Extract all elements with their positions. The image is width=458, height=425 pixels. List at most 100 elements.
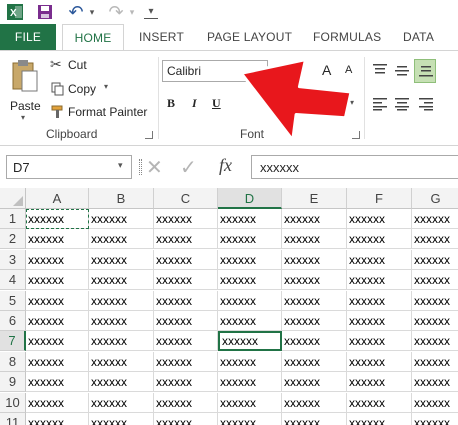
cell-e9[interactable]: xxxxxx bbox=[282, 372, 347, 393]
cell-d9[interactable]: xxxxxx bbox=[218, 372, 282, 393]
cell-b11[interactable]: xxxxxx bbox=[89, 413, 154, 425]
cell-d6[interactable]: xxxxxx bbox=[218, 311, 282, 331]
row-header-3[interactable]: 3 bbox=[0, 249, 26, 270]
customize-qat-button[interactable]: ▾ bbox=[144, 5, 158, 19]
cell-b10[interactable]: xxxxxx bbox=[89, 392, 154, 413]
paste-dropdown-icon[interactable]: ▾ bbox=[21, 113, 25, 122]
paste-button[interactable]: Paste ▾ bbox=[6, 57, 44, 122]
font-color-dropdown-icon[interactable]: ▾ bbox=[350, 98, 354, 107]
cell-e7[interactable]: xxxxxx bbox=[282, 331, 347, 352]
cell-e1[interactable]: xxxxxx bbox=[282, 209, 347, 229]
row-header-8[interactable]: 8 bbox=[0, 351, 26, 372]
cell-g1[interactable]: xxxxxx bbox=[412, 209, 458, 229]
cell-e10[interactable]: xxxxxx bbox=[282, 392, 347, 413]
cell-a8[interactable]: xxxxxx bbox=[26, 351, 89, 372]
row-header-6[interactable]: 6 bbox=[0, 311, 26, 331]
column-header-e[interactable]: E bbox=[282, 188, 347, 209]
row-header-2[interactable]: 2 bbox=[0, 229, 26, 250]
cell-e3[interactable]: xxxxxx bbox=[282, 249, 347, 270]
redo-dropdown-icon[interactable]: ▾ bbox=[127, 1, 137, 23]
font-dialog-launcher-icon[interactable] bbox=[352, 131, 360, 139]
middle-align-icon[interactable] bbox=[394, 63, 412, 79]
cell-c10[interactable]: xxxxxx bbox=[154, 392, 218, 413]
cell-f1[interactable]: xxxxxx bbox=[347, 209, 412, 229]
fill-color-button[interactable] bbox=[298, 93, 320, 115]
cell-b2[interactable]: xxxxxx bbox=[89, 229, 154, 250]
cell-b6[interactable]: xxxxxx bbox=[89, 311, 154, 331]
cell-a2[interactable]: xxxxxx bbox=[26, 229, 89, 250]
cell-f11[interactable]: xxxxxx bbox=[347, 413, 412, 425]
cell-c7[interactable]: xxxxxx bbox=[154, 331, 218, 352]
font-name-select[interactable]: Calibri bbox=[162, 60, 268, 82]
row-header-9[interactable]: 9 bbox=[0, 372, 26, 393]
cell-d1[interactable]: xxxxxx bbox=[218, 209, 282, 229]
row-header-10[interactable]: 10 bbox=[0, 392, 26, 413]
cell-c6[interactable]: xxxxxx bbox=[154, 311, 218, 331]
row-header-11[interactable]: 11 bbox=[0, 413, 26, 425]
cell-c11[interactable]: xxxxxx bbox=[154, 413, 218, 425]
enter-icon[interactable]: ✓ bbox=[180, 155, 197, 180]
cell-b3[interactable]: xxxxxx bbox=[89, 249, 154, 270]
cell-c9[interactable]: xxxxxx bbox=[154, 372, 218, 393]
cell-g3[interactable]: xxxxxx bbox=[412, 250, 458, 270]
column-header-c[interactable]: C bbox=[154, 188, 218, 209]
copy-button[interactable]: Copy ▾ bbox=[50, 80, 120, 98]
cell-g7[interactable]: xxxxxx bbox=[412, 331, 458, 352]
cell-d11[interactable]: xxxxxx bbox=[218, 413, 282, 425]
column-header-f[interactable]: F bbox=[347, 188, 412, 209]
select-all-corner[interactable] bbox=[0, 188, 26, 209]
cell-c8[interactable]: xxxxxx bbox=[154, 351, 218, 372]
cancel-icon[interactable]: ✕ bbox=[146, 155, 163, 180]
cell-f8[interactable]: xxxxxx bbox=[347, 351, 412, 372]
cell-a10[interactable]: xxxxxx bbox=[26, 392, 89, 413]
cell-d3[interactable]: xxxxxx bbox=[218, 249, 282, 270]
row-header-5[interactable]: 5 bbox=[0, 290, 26, 311]
row-header-1[interactable]: 1 bbox=[0, 209, 26, 229]
grow-font-button[interactable]: A bbox=[322, 62, 331, 78]
cell-e5[interactable]: xxxxxx bbox=[282, 290, 347, 311]
formula-input[interactable]: xxxxxx bbox=[251, 155, 458, 179]
italic-button[interactable]: I bbox=[192, 96, 197, 111]
cell-g10[interactable]: xxxxxx bbox=[412, 393, 458, 413]
cell-e8[interactable]: xxxxxx bbox=[282, 351, 347, 372]
cell-f5[interactable]: xxxxxx bbox=[347, 290, 412, 311]
column-header-b[interactable]: B bbox=[89, 188, 154, 209]
excel-logo-icon[interactable]: X bbox=[4, 1, 26, 23]
cell-b7[interactable]: xxxxxx bbox=[89, 331, 154, 352]
cell-e6[interactable]: xxxxxx bbox=[282, 311, 347, 331]
redo-button[interactable]: ↷ bbox=[104, 1, 128, 23]
cell-a4[interactable]: xxxxxx bbox=[26, 270, 89, 291]
save-icon[interactable] bbox=[34, 1, 56, 23]
cell-g5[interactable]: xxxxxx bbox=[412, 291, 458, 311]
cell-g11[interactable]: xxxxxx bbox=[412, 413, 458, 425]
cell-d5[interactable]: xxxxxx bbox=[218, 290, 282, 311]
column-header-a[interactable]: A bbox=[26, 188, 89, 209]
cell-a1[interactable]: xxxxxx bbox=[26, 209, 89, 229]
cell-b8[interactable]: xxxxxx bbox=[89, 351, 154, 372]
fill-color-dropdown-icon[interactable]: ▾ bbox=[318, 98, 322, 107]
tab-data[interactable]: DATA bbox=[403, 24, 434, 50]
cell-a9[interactable]: xxxxxx bbox=[26, 372, 89, 393]
cell-e11[interactable]: xxxxxx bbox=[282, 413, 347, 425]
cell-c5[interactable]: xxxxxx bbox=[154, 290, 218, 311]
bottom-align-icon[interactable] bbox=[414, 59, 436, 83]
cell-f7[interactable]: xxxxxx bbox=[347, 331, 412, 352]
cell-f6[interactable]: xxxxxx bbox=[347, 311, 412, 331]
cell-b1[interactable]: xxxxxx bbox=[89, 209, 154, 229]
top-align-icon[interactable] bbox=[372, 63, 390, 79]
align-right-icon[interactable] bbox=[418, 97, 436, 113]
tab-file[interactable]: FILE bbox=[0, 24, 56, 50]
format-painter-button[interactable]: Format Painter bbox=[50, 103, 150, 121]
bold-button[interactable]: B bbox=[167, 96, 175, 111]
cell-c3[interactable]: xxxxxx bbox=[154, 249, 218, 270]
cell-f3[interactable]: xxxxxx bbox=[347, 249, 412, 270]
cell-b4[interactable]: xxxxxx bbox=[89, 270, 154, 291]
shrink-font-button[interactable]: A bbox=[345, 64, 352, 76]
cell-g2[interactable]: xxxxxx bbox=[412, 229, 458, 250]
cell-b5[interactable]: xxxxxx bbox=[89, 290, 154, 311]
row-header-7[interactable]: 7 bbox=[0, 331, 26, 352]
cell-a5[interactable]: xxxxxx bbox=[26, 290, 89, 311]
cell-e2[interactable]: xxxxxx bbox=[282, 229, 347, 250]
insert-function-button[interactable]: fx bbox=[219, 155, 232, 176]
formula-bar-grip-icon[interactable] bbox=[139, 159, 142, 175]
